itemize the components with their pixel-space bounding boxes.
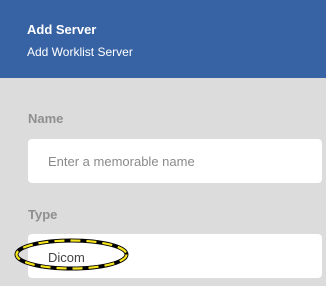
type-select[interactable]: Dicom [28,234,322,278]
type-selected-value: Dicom [48,250,85,265]
header-subtitle: Add Worklist Server [27,45,133,59]
header-title: Add Server [27,22,97,37]
name-input[interactable] [28,139,322,183]
name-label: Name [28,111,64,126]
type-label: Type [28,207,58,222]
add-server-screen: Add Server Add Worklist Server Name Type… [0,0,326,286]
header: Add Server Add Worklist Server [0,0,326,78]
name-field-container [28,139,322,183]
